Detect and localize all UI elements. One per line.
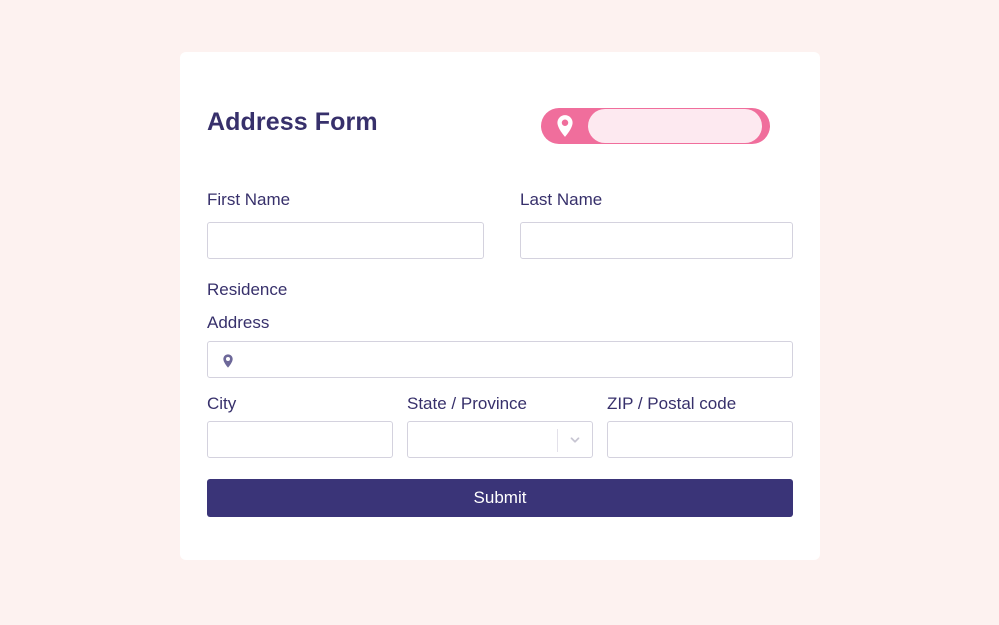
- submit-button[interactable]: Submit: [207, 479, 793, 517]
- select-divider: [557, 429, 558, 452]
- city-label: City: [207, 394, 237, 413]
- state-label: State / Province: [407, 394, 528, 413]
- first-name-label: First Name: [207, 190, 291, 209]
- zip-field[interactable]: [607, 421, 793, 458]
- toggle-track: [588, 109, 762, 143]
- city-field[interactable]: [207, 421, 393, 458]
- residence-section-title: Residence: [207, 280, 288, 299]
- zip-label: ZIP / Postal code: [607, 394, 737, 413]
- chevron-down-icon: [570, 437, 580, 443]
- map-pin-icon: [223, 354, 233, 368]
- map-pin-icon: [557, 115, 573, 137]
- last-name-label: Last Name: [520, 190, 603, 209]
- first-name-field[interactable]: [207, 222, 484, 259]
- address-form-card: Address Form First Name Last Name Reside…: [180, 52, 820, 560]
- last-name-field[interactable]: [520, 222, 793, 259]
- address-field[interactable]: [207, 341, 793, 378]
- state-select[interactable]: [407, 421, 593, 458]
- page-title: Address Form: [207, 108, 378, 136]
- location-toggle[interactable]: [541, 108, 770, 144]
- address-label: Address: [207, 313, 270, 332]
